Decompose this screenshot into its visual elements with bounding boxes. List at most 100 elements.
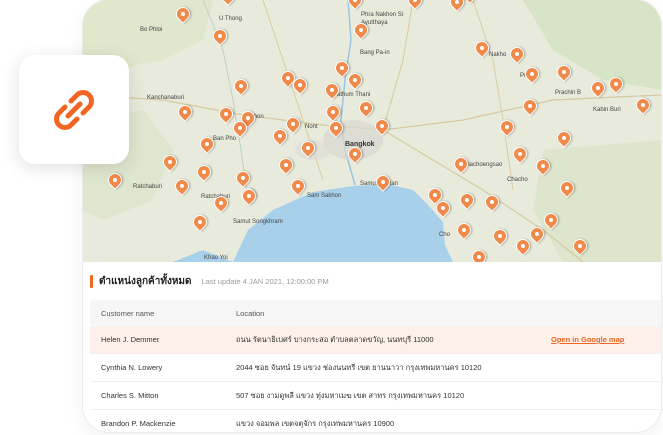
map-pin-icon[interactable]: [276, 155, 296, 175]
place-label: Sam Sakhon: [307, 193, 342, 199]
map-pin-icon[interactable]: [482, 192, 502, 212]
place-label: Ratchaburi: [133, 184, 163, 190]
map-pin-icon[interactable]: [513, 236, 533, 256]
chain-link-icon: [54, 90, 94, 130]
map-pin-icon[interactable]: [270, 126, 290, 146]
map-pin-icon[interactable]: [216, 104, 236, 124]
map-pin-icon[interactable]: [332, 58, 352, 78]
map-pin-icon[interactable]: [533, 156, 553, 176]
map-pin-icon[interactable]: [194, 162, 214, 182]
map-pin-icon[interactable]: [288, 176, 308, 196]
map-pin-icon[interactable]: [522, 64, 542, 84]
map-pin-icon[interactable]: [218, 0, 238, 6]
customer-location: ถนน รัตนาธิเบศร์ บางกระสอ ตำบลตลาดขวัญ, …: [236, 334, 434, 344]
map-pin-icon[interactable]: [588, 78, 608, 98]
place-label: Prachin B: [555, 90, 582, 96]
map-pin-icon[interactable]: [490, 226, 510, 246]
map-pin-icon[interactable]: [373, 172, 393, 192]
open-in-google-map-link[interactable]: Open in Google map: [551, 335, 661, 344]
map-pin-icon[interactable]: [356, 98, 376, 118]
place-label: Samut Songkhram: [233, 219, 283, 225]
place-label: Nont: [305, 124, 318, 130]
map-pin-icon[interactable]: [345, 70, 365, 90]
map-pin-icon[interactable]: [283, 114, 303, 134]
place-label: Ban Pho: [213, 136, 237, 142]
map-pin-icon[interactable]: [554, 62, 574, 82]
map-pin-icon[interactable]: [469, 247, 489, 262]
place-label: Chacho: [507, 177, 528, 183]
map-pin-icon[interactable]: [231, 76, 251, 96]
place-label: Phra Nakhon Si: [361, 12, 404, 18]
map-pin-icon[interactable]: [570, 236, 590, 256]
map-pin-icon[interactable]: [454, 220, 474, 240]
map-pin-icon[interactable]: [633, 95, 653, 115]
map-pin-icon[interactable]: [298, 138, 318, 158]
map-pin-icon[interactable]: [460, 0, 480, 4]
panel-header: ตำแหน่งลูกค้าทั้งหมด Last update 4 JAN 2…: [90, 274, 329, 288]
map-pin-icon[interactable]: [527, 224, 547, 244]
customer-location: 507 ซอย งามดูพลี แขวง ทุ่งมหาเมฆ เขต สาท…: [236, 390, 465, 400]
map-pin-icon[interactable]: [323, 102, 343, 122]
panel-title: ตำแหน่งลูกค้าทั้งหมด: [99, 275, 192, 287]
map-pin-icon[interactable]: [230, 118, 250, 138]
table-header: Customer name Location: [90, 300, 661, 326]
map-pin-icon[interactable]: [239, 186, 259, 206]
place-label: Cho: [439, 232, 451, 238]
customer-location: แขวง จอมพล เขตจตุจักร กรุงเทพมหานคร 1090…: [236, 418, 395, 428]
customer-name: Charles S. Mitton: [101, 391, 159, 400]
place-label: Khao Yoi: [204, 255, 228, 261]
map-pin-icon[interactable]: [345, 0, 365, 10]
map-pin-icon[interactable]: [190, 212, 210, 232]
map-pin-icon[interactable]: [520, 96, 540, 116]
map-pin-icon[interactable]: [210, 26, 230, 46]
place-label: Bang Pa-in: [360, 50, 390, 56]
map-pin-icon[interactable]: [322, 80, 342, 100]
customer-name: Cynthia N. Lowery: [101, 363, 163, 372]
last-update-text: Last update 4 JAN 2021, 12:00:00 PM: [201, 276, 329, 286]
map-pin-icon[interactable]: [554, 128, 574, 148]
map-pin-icon[interactable]: [233, 168, 253, 188]
column-header-location: Location: [236, 308, 265, 318]
map-pin-icon[interactable]: [175, 102, 195, 122]
customer-table: Customer name Location Helen J. Demmer ถ…: [90, 300, 661, 432]
map-pin-icon[interactable]: [105, 170, 125, 190]
map-pin-icon[interactable]: [160, 152, 180, 172]
map-pin-icon[interactable]: [507, 44, 527, 64]
map-pin-icon[interactable]: [172, 176, 192, 196]
map-pin-icon[interactable]: [173, 4, 193, 24]
place-label: Nakho: [489, 52, 507, 58]
map-pin-icon[interactable]: [451, 154, 471, 174]
place-label: Kanchanaburi: [147, 95, 185, 101]
place-label: Kabin Buri: [593, 107, 621, 113]
map-view[interactable]: Bo Phloi U Thong Phra Nakhon Si Ayutthay…: [83, 0, 661, 262]
map-pin-icon[interactable]: [557, 178, 577, 198]
location-card: Bo Phloi U Thong Phra Nakhon Si Ayutthay…: [83, 0, 661, 432]
place-label: U Thong: [219, 16, 242, 22]
app-logo-tile: [19, 55, 129, 164]
table-row[interactable]: Brandon P. Mackenzie แขวง จอมพล เขตจตุจั…: [90, 410, 661, 432]
map-pin-icon[interactable]: [326, 118, 346, 138]
map-pin-icon[interactable]: [606, 74, 626, 94]
map-pin-icon[interactable]: [372, 116, 392, 136]
map-background: [83, 0, 661, 262]
map-pin-icon[interactable]: [290, 75, 310, 95]
column-header-name: Customer name: [101, 308, 155, 318]
map-pin-icon[interactable]: [197, 134, 217, 154]
map-pin-icon[interactable]: [211, 193, 231, 213]
map-pin-icon[interactable]: [457, 190, 477, 210]
map-pin-icon[interactable]: [497, 117, 517, 137]
table-row[interactable]: Helen J. Demmer ถนน รัตนาธิเบศร์ บางกระส…: [90, 326, 661, 354]
customer-name: Helen J. Demmer: [101, 335, 160, 344]
map-pin-icon[interactable]: [541, 210, 561, 230]
accent-bar: [90, 274, 93, 288]
map-pin-icon[interactable]: [405, 0, 425, 10]
map-pin-icon[interactable]: [345, 144, 365, 164]
map-pin-icon[interactable]: [425, 185, 445, 205]
map-pin-icon[interactable]: [472, 38, 492, 58]
map-pin-icon[interactable]: [447, 0, 467, 12]
map-pin-icon[interactable]: [351, 20, 371, 40]
map-pin-icon[interactable]: [433, 198, 453, 218]
map-pin-icon[interactable]: [510, 144, 530, 164]
table-row[interactable]: Charles S. Mitton 507 ซอย งามดูพลี แขวง …: [90, 382, 661, 410]
table-row[interactable]: Cynthia N. Lowery 2044 ซอย จันทน์ 19 แขว…: [90, 354, 661, 382]
